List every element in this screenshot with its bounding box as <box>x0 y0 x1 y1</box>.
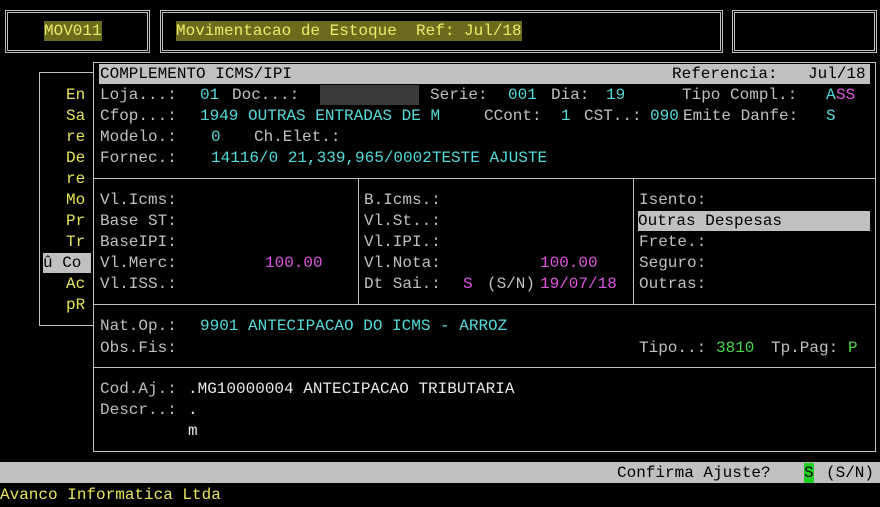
divider-col2 <box>633 178 634 304</box>
loja-label: Loja...: <box>100 86 177 104</box>
frete-label: Frete.: <box>639 233 707 251</box>
menu-item-2[interactable]: Sa <box>66 106 85 126</box>
right-header-box <box>732 10 877 53</box>
menu-item-4[interactable]: De <box>66 148 85 168</box>
vl-nota-value[interactable]: 100.00 <box>540 253 598 273</box>
base-ipi-label: BaseIPI: <box>100 233 177 251</box>
tppag-label: Tp.Pag: <box>771 339 839 357</box>
tipo-value[interactable]: 3810 <box>716 338 754 358</box>
isento-label: Isento: <box>639 191 707 209</box>
natop-value[interactable]: 9901 ANTECIPACAO DO ICMS - ARROZ <box>200 316 507 336</box>
loja-value[interactable]: 01 <box>200 85 219 105</box>
menu-item-6[interactable]: Mo <box>66 190 85 210</box>
ccont-label: CCont: <box>484 107 542 125</box>
dt-sai-flag[interactable]: S <box>463 274 473 294</box>
seguro-label: Seguro: <box>639 254 707 272</box>
outras-despesas-option[interactable]: Outras Despesas <box>638 211 870 231</box>
serie-value[interactable]: 001 <box>508 85 537 105</box>
tipo-compl-label: Tipo Compl.: <box>682 86 798 104</box>
menu-item-selected[interactable]: û Co <box>43 253 91 273</box>
base-st-label: Base ST: <box>100 212 177 230</box>
ref-value: Jul/18 <box>808 65 866 83</box>
modelo-label: Modelo.: <box>100 128 177 146</box>
program-code: MOV011 <box>44 21 102 41</box>
fornec-label: Fornec.: <box>100 149 177 167</box>
descr-line2[interactable]: m <box>188 421 198 441</box>
cst-label: CST..: <box>584 107 642 125</box>
divider-natop-top <box>93 304 876 305</box>
tipo-label: Tipo..: <box>639 339 707 357</box>
dt-sai-date[interactable]: 19/07/18 <box>540 274 617 294</box>
divider-values-top <box>93 178 876 179</box>
codaj-label: Cod.Aj.: <box>100 380 177 398</box>
vl-st-label: Vl.St..: <box>364 212 441 230</box>
menu-item-10[interactable]: Ac <box>66 274 85 294</box>
doc-field[interactable] <box>320 85 419 105</box>
cfop-label: Cfop...: <box>100 107 177 125</box>
doc-label: Doc...: <box>232 86 300 104</box>
menu-item-5[interactable]: re <box>66 169 85 189</box>
vl-nota-label: Vl.Nota: <box>364 254 441 272</box>
dialog-title: COMPLEMENTO ICMS/IPI <box>100 65 293 83</box>
ccont-value[interactable]: 1 <box>561 106 571 126</box>
tppag-value[interactable]: P <box>848 338 858 358</box>
dia-value[interactable]: 19 <box>606 85 625 105</box>
codaj-value[interactable]: .MG10000004 ANTECIPACAO TRIBUTARIA <box>188 379 514 399</box>
emite-danfe-value[interactable]: S <box>826 106 836 126</box>
cfop-value[interactable]: 1949 OUTRAS ENTRADAS DE M <box>200 106 440 126</box>
descr-label: Descr..: <box>100 401 177 419</box>
fornec-value[interactable]: 14116/0 21,339,965/0002TESTE AJUSTE <box>211 148 547 168</box>
menu-item-7[interactable]: Pr <box>66 211 85 231</box>
tipo-compl-value-a[interactable]: A <box>826 85 836 105</box>
confirm-prompt: Confirma Ajuste? <box>617 464 771 482</box>
divider-codaj-top <box>93 367 876 368</box>
vl-icms-label: Vl.Icms: <box>100 191 177 209</box>
obsfis-label: Obs.Fis: <box>100 339 177 357</box>
cst-value[interactable]: 090 <box>650 106 679 126</box>
tipo-compl-value-b[interactable]: SS <box>836 85 855 105</box>
screen-title: Movimentacao de Estoque Ref: Jul/18 <box>176 21 522 41</box>
b-icms-label: B.Icms.: <box>364 191 441 209</box>
outras-label: Outras: <box>639 275 707 293</box>
ref-label: Referencia: <box>672 65 778 83</box>
descr-value[interactable]: . <box>188 400 198 420</box>
dt-sai-label: Dt Sai.: <box>364 275 441 293</box>
vl-merc-label: Vl.Merc: <box>100 254 177 272</box>
dt-sai-sn: (S/N) <box>487 275 536 293</box>
vl-iss-label: Vl.ISS.: <box>100 275 177 293</box>
vl-merc-value[interactable]: 100.00 <box>265 253 323 273</box>
menu-item-3[interactable]: re <box>66 127 85 147</box>
confirm-answer[interactable]: S <box>804 463 814 483</box>
vl-ipi-label: Vl.IPI.: <box>364 233 441 251</box>
company-name: Avanco Informatica Ltda <box>0 486 221 504</box>
dia-label: Dia: <box>551 86 590 104</box>
natop-label: Nat.Op.: <box>100 317 177 335</box>
chelet-label: Ch.Elet.: <box>254 128 341 146</box>
menu-item-8[interactable]: Tr <box>66 232 85 252</box>
confirm-options: (S/N) <box>826 464 875 482</box>
menu-item-11[interactable]: pR <box>66 295 85 315</box>
serie-label: Serie: <box>430 86 488 104</box>
menu-item-1[interactable]: En <box>66 85 85 105</box>
emite-danfe-label: Emite Danfe: <box>683 107 799 125</box>
divider-col1 <box>358 178 359 304</box>
modelo-value[interactable]: 0 <box>211 127 221 147</box>
